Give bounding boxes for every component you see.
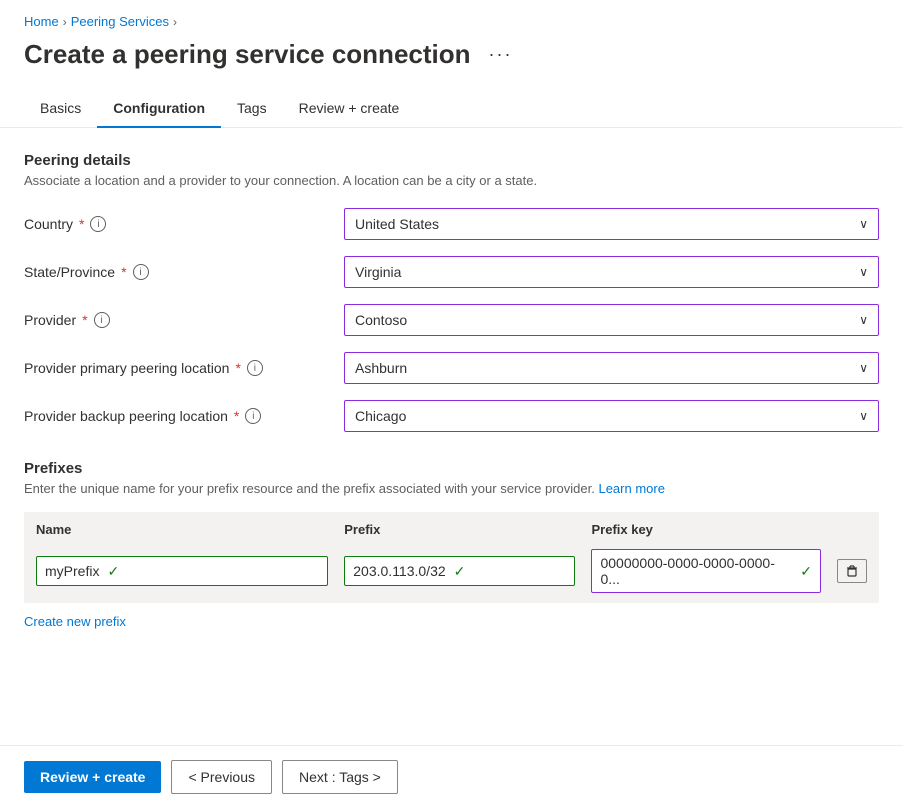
provider-row: Provider * i Contoso ∨ [24, 304, 879, 336]
col-header-name: Name [28, 518, 336, 545]
state-label-text: State/Province [24, 264, 115, 280]
country-info-icon[interactable]: i [90, 216, 106, 232]
country-select[interactable]: United States ∨ [344, 208, 879, 240]
prefix-name-input[interactable]: myPrefix ✓ [36, 556, 328, 586]
state-info-icon[interactable]: i [133, 264, 149, 280]
backup-location-info-icon[interactable]: i [245, 408, 261, 424]
prefixes-desc-text: Enter the unique name for your prefix re… [24, 481, 598, 496]
prefix-delete-cell [829, 545, 875, 597]
provider-control: Contoso ∨ [344, 304, 879, 336]
prefix-value-text: 203.0.113.0/32 [353, 563, 445, 579]
provider-label: Provider * i [24, 312, 344, 328]
tab-tags[interactable]: Tags [221, 90, 283, 128]
country-chevron-icon: ∨ [859, 217, 868, 231]
breadcrumb: Home › Peering Services › [0, 0, 903, 35]
state-required: * [121, 264, 126, 280]
col-header-prefix: Prefix [336, 518, 583, 545]
primary-location-row: Provider primary peering location * i As… [24, 352, 879, 384]
prefix-check-icon: ✓ [454, 563, 466, 580]
prefix-key-value: 00000000-0000-0000-0000-0... [600, 555, 794, 587]
peering-details-title: Peering details [24, 152, 879, 169]
next-button[interactable]: Next : Tags > [282, 760, 398, 794]
primary-location-info-icon[interactable]: i [247, 360, 263, 376]
page-title: Create a peering service connection [24, 39, 471, 70]
primary-location-select[interactable]: Ashburn ∨ [344, 352, 879, 384]
primary-location-control: Ashburn ∨ [344, 352, 879, 384]
country-required: * [79, 216, 84, 232]
state-value: Virginia [355, 264, 401, 280]
primary-location-value: Ashburn [355, 360, 407, 376]
provider-value: Contoso [355, 312, 407, 328]
prefix-name-check-icon: ✓ [107, 563, 119, 580]
prefixes-title: Prefixes [24, 460, 879, 477]
tab-basics[interactable]: Basics [24, 90, 97, 128]
backup-location-select[interactable]: Chicago ∨ [344, 400, 879, 432]
prefix-key-input[interactable]: 00000000-0000-0000-0000-0... ✓ [591, 549, 821, 593]
state-control: Virginia ∨ [344, 256, 879, 288]
prefix-name-value: myPrefix [45, 563, 99, 579]
backup-location-value: Chicago [355, 408, 406, 424]
ellipsis-button[interactable]: ··· [483, 42, 519, 67]
prefixes-section: Prefixes Enter the unique name for your … [24, 460, 879, 629]
prefixes-learn-more-link[interactable]: Learn more [598, 481, 664, 496]
prefix-key-check-icon: ✓ [800, 563, 812, 580]
page-title-row: Create a peering service connection ··· [0, 35, 903, 90]
prefix-key-cell: 00000000-0000-0000-0000-0... ✓ [583, 545, 829, 597]
backup-location-control: Chicago ∨ [344, 400, 879, 432]
create-new-prefix-link[interactable]: Create new prefix [24, 614, 126, 629]
state-select[interactable]: Virginia ∨ [344, 256, 879, 288]
backup-location-label: Provider backup peering location * i [24, 408, 344, 424]
backup-location-row: Provider backup peering location * i Chi… [24, 400, 879, 432]
breadcrumb-peering-services[interactable]: Peering Services [71, 14, 169, 29]
primary-location-label-text: Provider primary peering location [24, 360, 229, 376]
country-value: United States [355, 216, 439, 232]
table-row: myPrefix ✓ 203.0.113.0/32 ✓ [28, 545, 875, 597]
col-header-action [829, 518, 875, 545]
trash-icon [845, 564, 859, 578]
country-control: United States ∨ [344, 208, 879, 240]
content-area: Peering details Associate a location and… [0, 128, 903, 653]
state-label: State/Province * i [24, 264, 344, 280]
country-label: Country * i [24, 216, 344, 232]
tab-review-create[interactable]: Review + create [283, 90, 416, 128]
backup-location-required: * [234, 408, 239, 424]
prefix-table-wrapper: Name Prefix Prefix key myPrefix ✓ [24, 512, 879, 603]
prefix-table: Name Prefix Prefix key myPrefix ✓ [28, 518, 875, 597]
country-row: Country * i United States ∨ [24, 208, 879, 240]
primary-location-chevron-icon: ∨ [859, 361, 868, 375]
peering-details-desc: Associate a location and a provider to y… [24, 173, 879, 188]
review-create-button[interactable]: Review + create [24, 761, 161, 793]
provider-select[interactable]: Contoso ∨ [344, 304, 879, 336]
prefix-value-cell: 203.0.113.0/32 ✓ [336, 545, 583, 597]
backup-location-chevron-icon: ∨ [859, 409, 868, 423]
prefix-delete-button[interactable] [837, 559, 867, 583]
prefix-name-cell: myPrefix ✓ [28, 545, 336, 597]
tab-configuration[interactable]: Configuration [97, 90, 221, 128]
breadcrumb-sep-1: › [63, 15, 67, 29]
previous-button[interactable]: < Previous [171, 760, 272, 794]
breadcrumb-home[interactable]: Home [24, 14, 59, 29]
create-new-prefix-row: Create new prefix [24, 613, 879, 629]
state-row: State/Province * i Virginia ∨ [24, 256, 879, 288]
primary-location-label: Provider primary peering location * i [24, 360, 344, 376]
provider-required: * [82, 312, 87, 328]
prefixes-desc: Enter the unique name for your prefix re… [24, 481, 879, 496]
backup-location-label-text: Provider backup peering location [24, 408, 228, 424]
provider-info-icon[interactable]: i [94, 312, 110, 328]
provider-chevron-icon: ∨ [859, 313, 868, 327]
primary-location-required: * [235, 360, 240, 376]
footer-bar: Review + create < Previous Next : Tags > [0, 745, 903, 808]
state-chevron-icon: ∨ [859, 265, 868, 279]
tabs-row: Basics Configuration Tags Review + creat… [0, 90, 903, 128]
col-header-key: Prefix key [583, 518, 829, 545]
prefix-value-input[interactable]: 203.0.113.0/32 ✓ [344, 556, 575, 586]
country-label-text: Country [24, 216, 73, 232]
provider-label-text: Provider [24, 312, 76, 328]
breadcrumb-sep-2: › [173, 15, 177, 29]
